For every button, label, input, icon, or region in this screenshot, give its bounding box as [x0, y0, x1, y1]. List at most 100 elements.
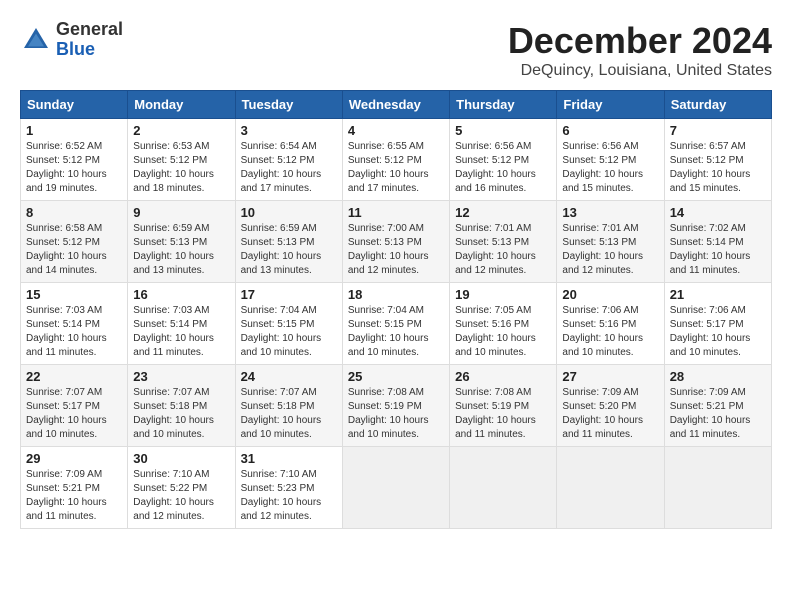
- logo: General Blue: [20, 20, 123, 60]
- day-number: 31: [241, 451, 337, 466]
- calendar-day-cell: 10 Sunrise: 6:59 AM Sunset: 5:13 PM Dayl…: [235, 201, 342, 283]
- header: General Blue December 2024 DeQuincy, Lou…: [20, 20, 772, 80]
- location-subtitle: DeQuincy, Louisiana, United States: [508, 62, 772, 80]
- calendar-day-cell: 27 Sunrise: 7:09 AM Sunset: 5:20 PM Dayl…: [557, 365, 664, 447]
- calendar-day-cell: 12 Sunrise: 7:01 AM Sunset: 5:13 PM Dayl…: [450, 201, 557, 283]
- day-number: 7: [670, 123, 766, 138]
- day-number: 4: [348, 123, 444, 138]
- day-number: 8: [26, 205, 122, 220]
- day-number: 13: [562, 205, 658, 220]
- day-number: 6: [562, 123, 658, 138]
- calendar-day-cell: 17 Sunrise: 7:04 AM Sunset: 5:15 PM Dayl…: [235, 283, 342, 365]
- day-number: 19: [455, 287, 551, 302]
- calendar-day-header: Saturday: [664, 91, 771, 119]
- calendar-day-header: Monday: [128, 91, 235, 119]
- day-info: Sunrise: 6:58 AM Sunset: 5:12 PM Dayligh…: [26, 222, 122, 278]
- day-number: 15: [26, 287, 122, 302]
- calendar-week-row: 8 Sunrise: 6:58 AM Sunset: 5:12 PM Dayli…: [21, 201, 772, 283]
- day-number: 25: [348, 369, 444, 384]
- calendar-day-cell: 16 Sunrise: 7:03 AM Sunset: 5:14 PM Dayl…: [128, 283, 235, 365]
- day-info: Sunrise: 7:00 AM Sunset: 5:13 PM Dayligh…: [348, 222, 444, 278]
- calendar-day-cell: 18 Sunrise: 7:04 AM Sunset: 5:15 PM Dayl…: [342, 283, 449, 365]
- calendar-day-cell: 2 Sunrise: 6:53 AM Sunset: 5:12 PM Dayli…: [128, 119, 235, 201]
- day-info: Sunrise: 6:56 AM Sunset: 5:12 PM Dayligh…: [455, 140, 551, 196]
- day-info: Sunrise: 7:04 AM Sunset: 5:15 PM Dayligh…: [348, 304, 444, 360]
- day-number: 2: [133, 123, 229, 138]
- day-number: 30: [133, 451, 229, 466]
- day-info: Sunrise: 7:08 AM Sunset: 5:19 PM Dayligh…: [348, 386, 444, 442]
- calendar-day-cell: 14 Sunrise: 7:02 AM Sunset: 5:14 PM Dayl…: [664, 201, 771, 283]
- calendar-day-cell: 11 Sunrise: 7:00 AM Sunset: 5:13 PM Dayl…: [342, 201, 449, 283]
- day-info: Sunrise: 7:03 AM Sunset: 5:14 PM Dayligh…: [26, 304, 122, 360]
- day-number: 12: [455, 205, 551, 220]
- calendar-day-cell: 30 Sunrise: 7:10 AM Sunset: 5:22 PM Dayl…: [128, 447, 235, 529]
- calendar-day-cell: 31 Sunrise: 7:10 AM Sunset: 5:23 PM Dayl…: [235, 447, 342, 529]
- day-info: Sunrise: 7:09 AM Sunset: 5:21 PM Dayligh…: [670, 386, 766, 442]
- logo-blue: Blue: [56, 40, 123, 60]
- day-info: Sunrise: 7:09 AM Sunset: 5:21 PM Dayligh…: [26, 468, 122, 524]
- calendar-day-cell: 1 Sunrise: 6:52 AM Sunset: 5:12 PM Dayli…: [21, 119, 128, 201]
- calendar-day-cell: 23 Sunrise: 7:07 AM Sunset: 5:18 PM Dayl…: [128, 365, 235, 447]
- calendar-day-cell: 21 Sunrise: 7:06 AM Sunset: 5:17 PM Dayl…: [664, 283, 771, 365]
- day-number: 11: [348, 205, 444, 220]
- day-info: Sunrise: 6:54 AM Sunset: 5:12 PM Dayligh…: [241, 140, 337, 196]
- day-number: 27: [562, 369, 658, 384]
- calendar-table: SundayMondayTuesdayWednesdayThursdayFrid…: [20, 90, 772, 529]
- day-number: 1: [26, 123, 122, 138]
- calendar-day-cell: 15 Sunrise: 7:03 AM Sunset: 5:14 PM Dayl…: [21, 283, 128, 365]
- calendar-day-cell: [342, 447, 449, 529]
- day-info: Sunrise: 6:59 AM Sunset: 5:13 PM Dayligh…: [133, 222, 229, 278]
- calendar-day-cell: 7 Sunrise: 6:57 AM Sunset: 5:12 PM Dayli…: [664, 119, 771, 201]
- calendar-day-header: Wednesday: [342, 91, 449, 119]
- day-number: 24: [241, 369, 337, 384]
- day-number: 14: [670, 205, 766, 220]
- day-info: Sunrise: 7:10 AM Sunset: 5:23 PM Dayligh…: [241, 468, 337, 524]
- day-number: 29: [26, 451, 122, 466]
- logo-general: General: [56, 20, 123, 40]
- day-info: Sunrise: 6:59 AM Sunset: 5:13 PM Dayligh…: [241, 222, 337, 278]
- day-number: 17: [241, 287, 337, 302]
- day-info: Sunrise: 7:10 AM Sunset: 5:22 PM Dayligh…: [133, 468, 229, 524]
- calendar-day-cell: 29 Sunrise: 7:09 AM Sunset: 5:21 PM Dayl…: [21, 447, 128, 529]
- day-number: 20: [562, 287, 658, 302]
- day-number: 28: [670, 369, 766, 384]
- calendar-day-cell: 6 Sunrise: 6:56 AM Sunset: 5:12 PM Dayli…: [557, 119, 664, 201]
- calendar-day-cell: 3 Sunrise: 6:54 AM Sunset: 5:12 PM Dayli…: [235, 119, 342, 201]
- day-number: 22: [26, 369, 122, 384]
- day-info: Sunrise: 7:02 AM Sunset: 5:14 PM Dayligh…: [670, 222, 766, 278]
- day-info: Sunrise: 6:52 AM Sunset: 5:12 PM Dayligh…: [26, 140, 122, 196]
- day-info: Sunrise: 7:07 AM Sunset: 5:17 PM Dayligh…: [26, 386, 122, 442]
- calendar-day-header: Friday: [557, 91, 664, 119]
- day-info: Sunrise: 6:57 AM Sunset: 5:12 PM Dayligh…: [670, 140, 766, 196]
- day-number: 18: [348, 287, 444, 302]
- calendar-day-cell: 22 Sunrise: 7:07 AM Sunset: 5:17 PM Dayl…: [21, 365, 128, 447]
- day-number: 23: [133, 369, 229, 384]
- day-info: Sunrise: 6:53 AM Sunset: 5:12 PM Dayligh…: [133, 140, 229, 196]
- day-info: Sunrise: 7:09 AM Sunset: 5:20 PM Dayligh…: [562, 386, 658, 442]
- day-number: 5: [455, 123, 551, 138]
- calendar-day-cell: [557, 447, 664, 529]
- day-info: Sunrise: 7:06 AM Sunset: 5:17 PM Dayligh…: [670, 304, 766, 360]
- logo-icon: [20, 24, 52, 56]
- day-info: Sunrise: 7:08 AM Sunset: 5:19 PM Dayligh…: [455, 386, 551, 442]
- day-info: Sunrise: 6:56 AM Sunset: 5:12 PM Dayligh…: [562, 140, 658, 196]
- calendar-day-cell: [664, 447, 771, 529]
- day-info: Sunrise: 7:03 AM Sunset: 5:14 PM Dayligh…: [133, 304, 229, 360]
- calendar-week-row: 15 Sunrise: 7:03 AM Sunset: 5:14 PM Dayl…: [21, 283, 772, 365]
- day-info: Sunrise: 7:01 AM Sunset: 5:13 PM Dayligh…: [562, 222, 658, 278]
- day-number: 16: [133, 287, 229, 302]
- day-number: 3: [241, 123, 337, 138]
- day-number: 21: [670, 287, 766, 302]
- calendar-day-cell: 28 Sunrise: 7:09 AM Sunset: 5:21 PM Dayl…: [664, 365, 771, 447]
- day-info: Sunrise: 7:06 AM Sunset: 5:16 PM Dayligh…: [562, 304, 658, 360]
- calendar-day-cell: 26 Sunrise: 7:08 AM Sunset: 5:19 PM Dayl…: [450, 365, 557, 447]
- title-block: December 2024 DeQuincy, Louisiana, Unite…: [508, 20, 772, 80]
- calendar-day-cell: [450, 447, 557, 529]
- day-info: Sunrise: 7:04 AM Sunset: 5:15 PM Dayligh…: [241, 304, 337, 360]
- calendar-day-cell: 19 Sunrise: 7:05 AM Sunset: 5:16 PM Dayl…: [450, 283, 557, 365]
- calendar-day-header: Tuesday: [235, 91, 342, 119]
- calendar-day-cell: 4 Sunrise: 6:55 AM Sunset: 5:12 PM Dayli…: [342, 119, 449, 201]
- day-info: Sunrise: 7:01 AM Sunset: 5:13 PM Dayligh…: [455, 222, 551, 278]
- day-number: 26: [455, 369, 551, 384]
- day-info: Sunrise: 7:05 AM Sunset: 5:16 PM Dayligh…: [455, 304, 551, 360]
